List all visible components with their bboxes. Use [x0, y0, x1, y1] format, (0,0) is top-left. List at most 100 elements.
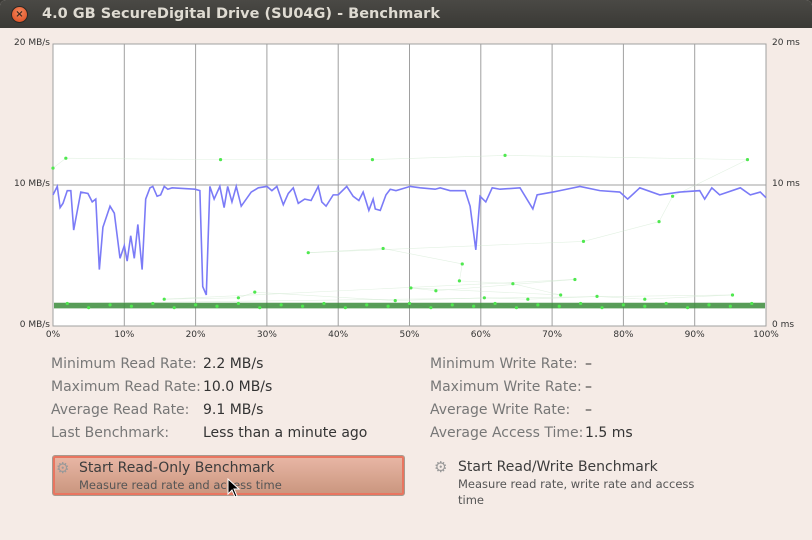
access-time-point — [514, 306, 519, 310]
access-time-point — [728, 304, 732, 308]
x-tick-label: 30% — [256, 330, 277, 340]
access-time-point — [493, 301, 497, 306]
y-right-tick-label: 10 ms — [772, 179, 800, 189]
access-time-point — [595, 294, 599, 298]
access-time-point — [322, 301, 326, 306]
gears-icon: ⚙ — [56, 459, 70, 477]
access-time-point — [511, 282, 515, 286]
access-time-point — [129, 304, 134, 308]
access-time-point — [526, 297, 530, 301]
mouse-cursor-icon — [227, 478, 241, 498]
stat-value: 2.2 MB/s — [203, 356, 264, 372]
stat-value: – — [585, 379, 592, 395]
x-tick-label: 80% — [613, 330, 634, 340]
access-time-point — [573, 277, 577, 282]
access-time-point — [457, 279, 462, 283]
x-tick-label: 50% — [399, 330, 420, 340]
access-time-point — [559, 293, 563, 297]
x-tick-label: 40% — [328, 330, 349, 340]
access-time-point — [370, 158, 375, 162]
access-time-point — [306, 251, 310, 255]
x-tick-label: 10% — [114, 330, 135, 340]
access-time-point — [557, 304, 561, 308]
stat-value: – — [585, 356, 592, 372]
access-time-point — [750, 301, 754, 306]
access-time-point — [87, 306, 91, 310]
access-time-point — [579, 301, 583, 306]
y-right-tick-label: 0 ms — [772, 320, 795, 330]
stat-value: – — [585, 402, 592, 418]
stat-label: Maximum Read Rate: — [51, 379, 201, 395]
access-time-point — [381, 246, 385, 251]
x-tick-label: 60% — [470, 330, 491, 340]
stat-label: Last Benchmark: — [51, 425, 170, 441]
access-time-point — [393, 299, 397, 303]
x-tick-label: 70% — [542, 330, 563, 340]
stat-value: 1.5 ms — [585, 425, 633, 441]
button-subtitle: Measure read rate, write rate and access… — [458, 477, 695, 507]
access-time-point — [172, 306, 176, 310]
access-time-point — [643, 304, 647, 308]
stat-value: Less than a minute ago — [203, 425, 368, 441]
access-time-point — [258, 306, 262, 310]
access-time-point — [581, 239, 586, 243]
access-time-point — [460, 262, 464, 266]
access-time-point — [685, 306, 690, 310]
access-time-point — [472, 304, 476, 308]
gears-icon: ⚙ — [434, 458, 448, 476]
access-time-point — [194, 303, 198, 307]
access-time-point — [664, 301, 668, 306]
access-time-point — [386, 304, 390, 308]
access-time-point — [300, 304, 305, 308]
x-tick-label: 90% — [684, 330, 705, 340]
access-time-point — [621, 303, 626, 307]
access-time-point — [657, 220, 661, 224]
stat-label: Average Access Time: — [430, 425, 584, 441]
y-right-tick-label: 20 ms — [772, 38, 800, 48]
button-title: Start Read-Only Benchmark — [79, 460, 275, 476]
stat-label: Average Read Rate: — [51, 402, 190, 418]
access-time-point — [536, 303, 540, 307]
access-time-point — [215, 304, 219, 308]
access-time-point — [162, 297, 166, 301]
y-left-tick-label: 0 MB/s — [19, 320, 50, 330]
start-read-write-benchmark-button[interactable]: ⚙ Start Read/Write Benchmark Measure rea… — [430, 455, 730, 510]
benchmark-window: × 4.0 GB SecureDigital Drive (SU04G) - B… — [0, 0, 812, 540]
access-time-point — [745, 158, 750, 162]
access-time-point — [482, 296, 486, 300]
stat-value: 9.1 MB/s — [203, 402, 264, 418]
stat-value: 10.0 MB/s — [203, 379, 273, 395]
access-time-point — [643, 297, 647, 301]
access-time-point — [434, 289, 438, 293]
y-left-tick-label: 20 MB/s — [14, 38, 50, 48]
access-time-point — [236, 296, 240, 300]
benchmark-chart — [51, 43, 767, 327]
x-tick-label: 100% — [753, 330, 779, 340]
stat-label: Minimum Write Rate: — [430, 356, 578, 372]
access-time-point — [279, 303, 283, 307]
access-time-point — [253, 290, 257, 294]
access-time-point — [600, 306, 604, 310]
stat-label: Minimum Read Rate: — [51, 356, 197, 372]
x-tick-label: 0% — [45, 330, 61, 340]
access-time-point — [218, 158, 223, 162]
stat-label: Maximum Write Rate: — [430, 379, 582, 395]
access-time-point — [365, 303, 369, 307]
access-time-point — [429, 306, 433, 310]
access-time-point — [65, 301, 69, 306]
access-time-point — [707, 303, 711, 307]
button-title: Start Read/Write Benchmark — [458, 459, 658, 475]
access-time-point — [407, 301, 412, 306]
x-tick-label: 20% — [185, 330, 206, 340]
access-time-point — [503, 153, 507, 157]
access-time-point — [670, 194, 675, 198]
access-time-point — [64, 156, 68, 160]
access-time-point — [730, 293, 735, 297]
access-time-point — [151, 301, 155, 306]
y-left-tick-label: 10 MB/s — [14, 179, 50, 189]
button-subtitle: Measure read rate and access time — [79, 478, 282, 492]
access-time-point — [343, 306, 347, 310]
access-time-point — [409, 286, 413, 290]
access-time-point — [236, 301, 240, 306]
access-time-point — [108, 303, 112, 307]
